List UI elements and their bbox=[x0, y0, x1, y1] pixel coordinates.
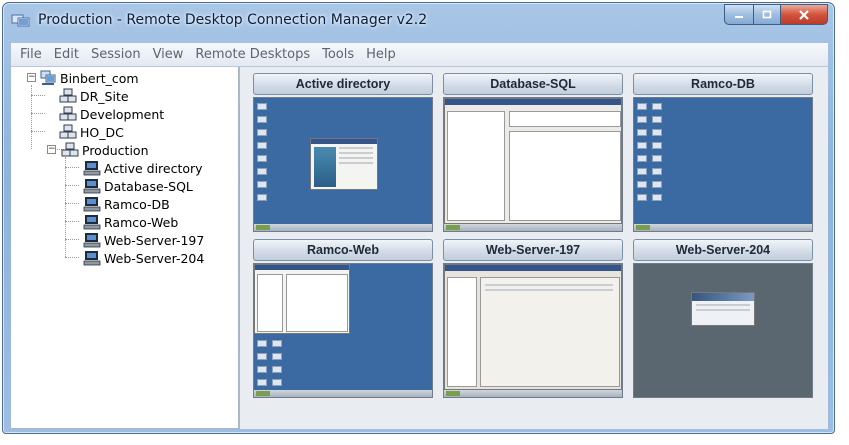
taskbar-preview bbox=[254, 224, 432, 231]
remote-screen-preview[interactable] bbox=[633, 97, 813, 232]
tree-node-label: Ramco-DB bbox=[104, 196, 170, 212]
setup-dialog-preview bbox=[310, 138, 378, 190]
taskbar-preview bbox=[444, 390, 622, 397]
tree-node-label: Web-Server-204 bbox=[104, 250, 205, 266]
tree-node-label: Web-Server-197 bbox=[104, 232, 205, 248]
tree-node-label: DR_Site bbox=[80, 88, 129, 104]
tree-node-label: HO_DC bbox=[80, 124, 124, 140]
tree-node-server[interactable]: Web-Server-197 bbox=[83, 231, 204, 249]
remote-screen-preview[interactable] bbox=[443, 263, 623, 398]
menu-session[interactable]: Session bbox=[86, 47, 146, 62]
tree-connector bbox=[65, 239, 79, 240]
menu-help[interactable]: Help bbox=[361, 47, 401, 62]
title-bar[interactable]: Production - Remote Desktop Connection M… bbox=[3, 3, 834, 37]
tree-connector bbox=[65, 221, 79, 222]
thumbnail-title: Ramco-Web bbox=[253, 239, 433, 261]
menu-bar: File Edit Session View Remote Desktops T… bbox=[11, 43, 828, 67]
tree-node-label: Binbert_com bbox=[60, 70, 139, 86]
tree-node-server[interactable]: Ramco-Web bbox=[83, 213, 178, 231]
thumbnail-title: Database-SQL bbox=[443, 73, 623, 95]
tree-node-group[interactable]: Production bbox=[61, 141, 149, 159]
tree-connector bbox=[31, 95, 45, 96]
tree-connector bbox=[31, 131, 45, 132]
collapse-toggle-icon[interactable]: − bbox=[27, 73, 36, 82]
tree-connector bbox=[65, 257, 79, 258]
thumbnail-title: Web-Server-204 bbox=[633, 239, 813, 261]
close-icon bbox=[799, 9, 809, 20]
menu-tools[interactable]: Tools bbox=[317, 47, 359, 62]
login-dialog-preview bbox=[691, 292, 755, 326]
close-button[interactable] bbox=[780, 4, 828, 25]
minimize-icon bbox=[735, 15, 743, 18]
tree-node-group[interactable]: DR_Site bbox=[59, 87, 129, 105]
tree-node-server[interactable]: Ramco-DB bbox=[83, 195, 170, 213]
session-thumbnail[interactable]: Web-Server-204 bbox=[633, 239, 813, 398]
computer-icon bbox=[83, 233, 101, 248]
tree-node-label: Database-SQL bbox=[104, 178, 193, 194]
rdcman-app-icon bbox=[11, 14, 30, 27]
tree-node-group[interactable]: Development bbox=[59, 105, 164, 123]
tree-node-server[interactable]: Web-Server-204 bbox=[83, 249, 204, 267]
tree-node-root[interactable]: Binbert_com bbox=[39, 69, 139, 87]
computer-icon bbox=[83, 161, 101, 176]
tree-node-label: Production bbox=[82, 142, 149, 158]
desktop-icons bbox=[257, 103, 281, 207]
remote-screen-preview[interactable] bbox=[443, 97, 623, 232]
menu-edit[interactable]: Edit bbox=[49, 47, 84, 62]
thumbnail-area: Active directory Database-SQL Ramco-DB R… bbox=[240, 67, 828, 429]
thumbnail-title: Web-Server-197 bbox=[443, 239, 623, 261]
taskbar-preview bbox=[634, 224, 812, 231]
explorer-window-preview bbox=[254, 264, 350, 334]
computer-icon bbox=[83, 179, 101, 194]
server-group-icon bbox=[40, 70, 56, 85]
computer-icon bbox=[83, 251, 101, 266]
tree-node-label: Development bbox=[80, 106, 165, 122]
tree-node-group[interactable]: HO_DC bbox=[59, 123, 124, 141]
server-tree[interactable]: − − Binbert_com DR_Site Development HO_D… bbox=[11, 67, 239, 429]
thumbnail-title: Ramco-DB bbox=[633, 73, 813, 95]
server-group-icon bbox=[59, 124, 77, 139]
tree-node-label: Ramco-Web bbox=[104, 214, 179, 230]
tree-node-label: Active directory bbox=[104, 160, 203, 176]
desktop-icons bbox=[272, 340, 296, 392]
session-thumbnail[interactable]: Ramco-DB bbox=[633, 73, 813, 232]
session-thumbnail[interactable]: Database-SQL bbox=[443, 73, 623, 232]
maximize-button[interactable] bbox=[753, 4, 780, 25]
taskbar-preview bbox=[444, 224, 622, 231]
desktop-icons bbox=[652, 103, 676, 207]
session-thumbnail[interactable]: Active directory bbox=[253, 73, 433, 232]
tree-connector bbox=[31, 113, 45, 114]
server-group-icon bbox=[61, 142, 79, 157]
remote-screen-preview[interactable] bbox=[253, 97, 433, 232]
maximize-icon bbox=[762, 10, 772, 18]
remote-screen-preview[interactable] bbox=[633, 263, 813, 398]
taskbar-preview bbox=[254, 390, 432, 397]
computer-icon bbox=[83, 197, 101, 212]
menu-remote-desktops[interactable]: Remote Desktops bbox=[190, 47, 315, 62]
sql-manager-preview bbox=[444, 98, 622, 224]
server-group-icon bbox=[59, 88, 77, 103]
session-thumbnail[interactable]: Ramco-Web bbox=[253, 239, 433, 398]
iis-manager-preview bbox=[444, 264, 622, 390]
minimize-button[interactable] bbox=[724, 4, 753, 25]
window-controls bbox=[724, 4, 828, 25]
remote-screen-preview[interactable] bbox=[253, 263, 433, 398]
server-group-icon bbox=[59, 106, 77, 121]
session-thumbnail[interactable]: Web-Server-197 bbox=[443, 239, 623, 398]
tree-node-server[interactable]: Active directory bbox=[83, 159, 203, 177]
tree-node-server[interactable]: Database-SQL bbox=[83, 177, 193, 195]
thumbnail-title: Active directory bbox=[253, 73, 433, 95]
menu-file[interactable]: File bbox=[15, 47, 47, 62]
tree-connector bbox=[65, 167, 79, 168]
window-title: Production - Remote Desktop Connection M… bbox=[38, 12, 428, 28]
app-window: Production - Remote Desktop Connection M… bbox=[2, 2, 835, 434]
computer-icon bbox=[83, 215, 101, 230]
tree-connector bbox=[65, 157, 66, 257]
tree-connector bbox=[65, 185, 79, 186]
tree-connector bbox=[65, 203, 79, 204]
menu-view[interactable]: View bbox=[148, 47, 189, 62]
collapse-toggle-icon[interactable]: − bbox=[47, 145, 56, 154]
